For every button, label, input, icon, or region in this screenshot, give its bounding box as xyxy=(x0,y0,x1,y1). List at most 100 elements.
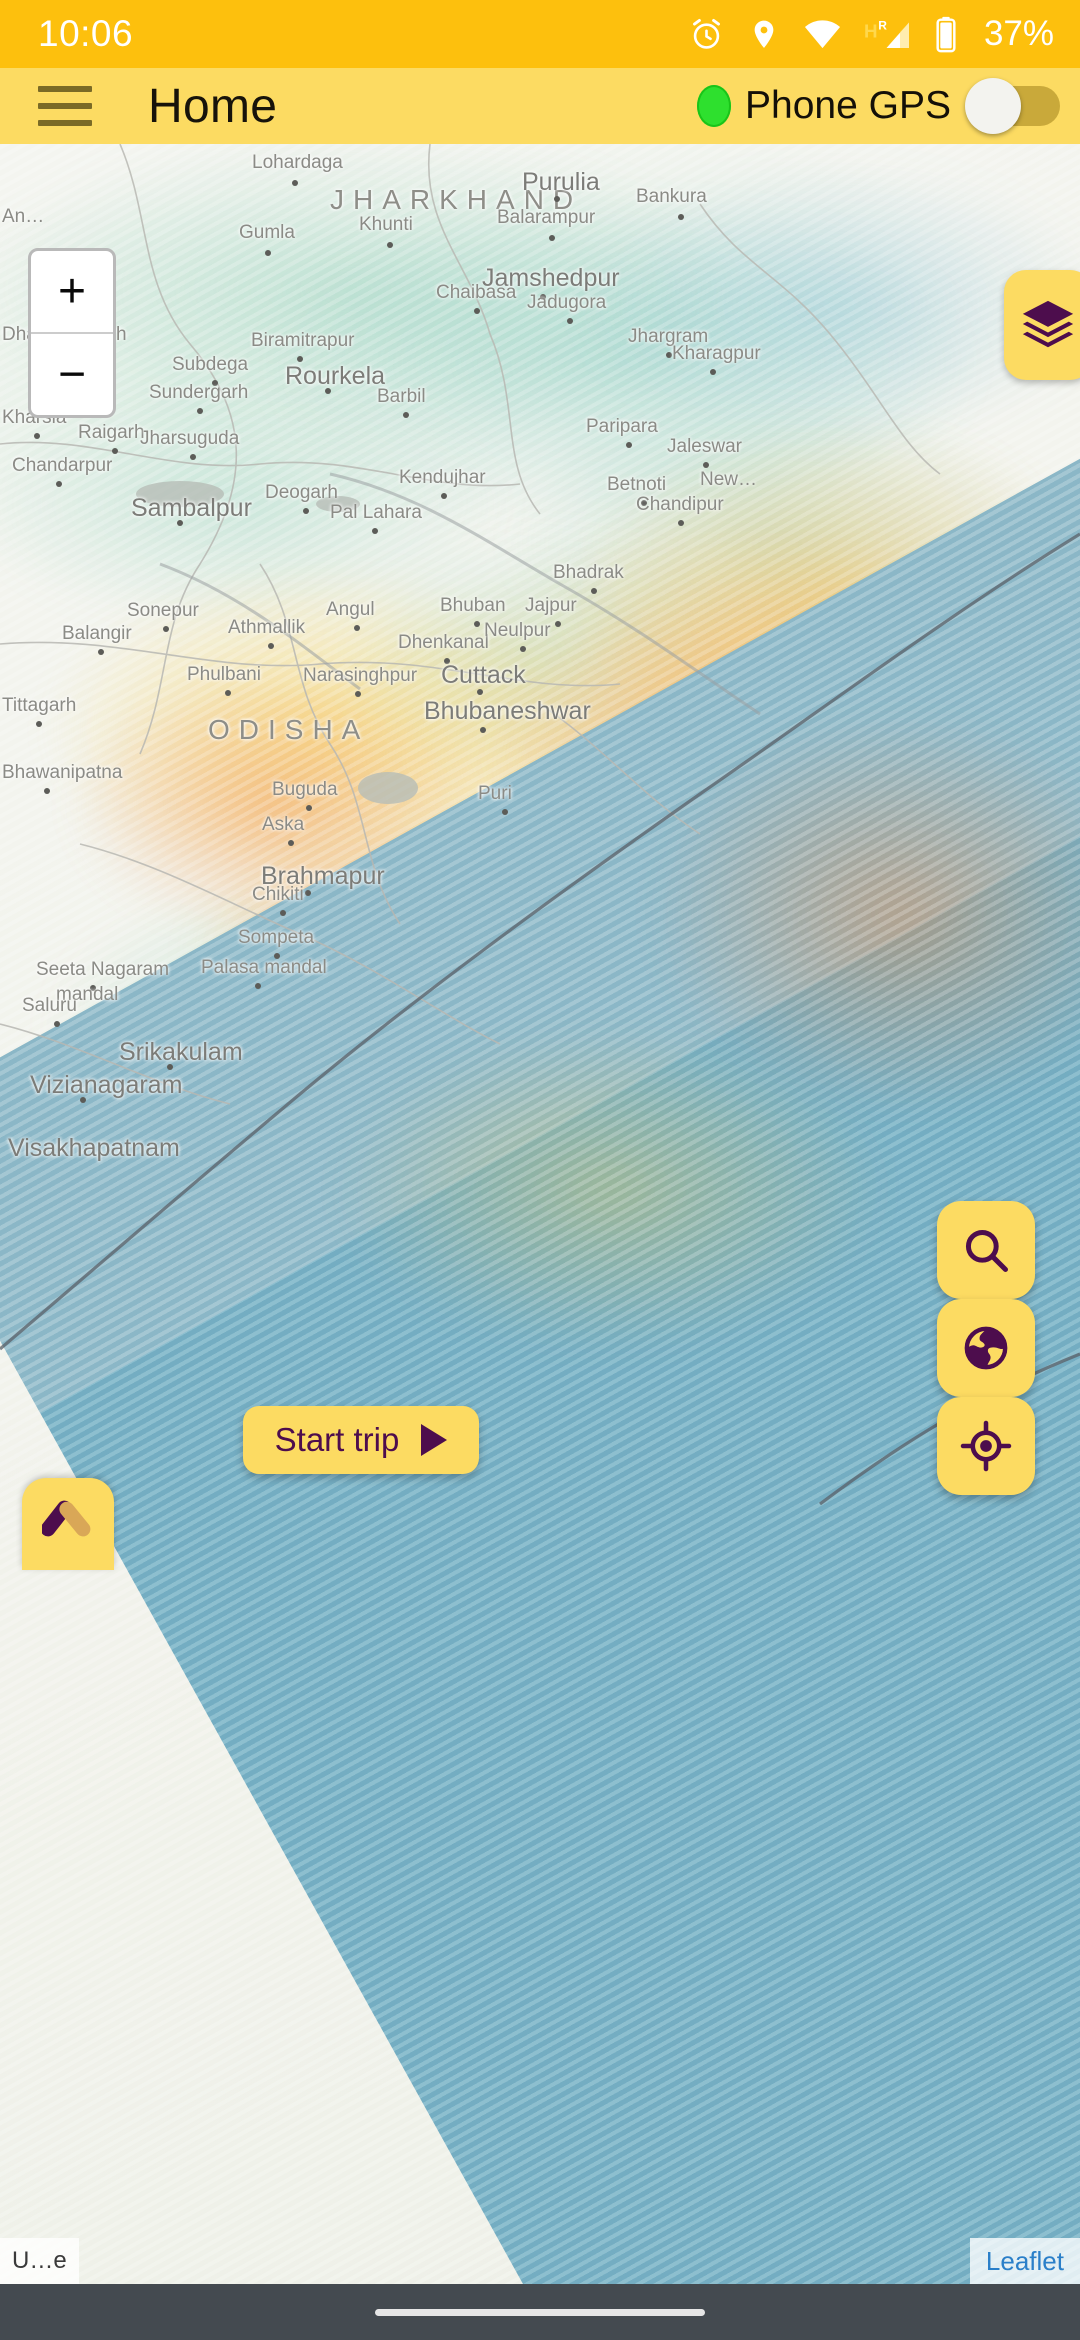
map-place-dot xyxy=(355,691,361,697)
map-state-label: ODISHA xyxy=(208,714,370,745)
map-place-label: Paripara xyxy=(586,416,658,437)
map-place-dot xyxy=(555,621,561,627)
my-location-icon xyxy=(960,1420,1012,1472)
map-place-dot xyxy=(372,528,378,534)
map-place-label: Srikakulam xyxy=(119,1038,243,1066)
map-place-dot xyxy=(474,621,480,627)
map-place-dot xyxy=(255,983,261,989)
map-place-dot xyxy=(703,462,709,468)
map-place-dot xyxy=(190,454,196,460)
map-place-label: Chandipur xyxy=(636,494,724,515)
status-bar-icons: H R 37% xyxy=(688,14,1054,54)
map-place-label: Narasinghpur xyxy=(303,665,418,686)
map-place-dot xyxy=(54,1021,60,1027)
map-place-dot xyxy=(325,388,331,394)
map-place-dot xyxy=(591,588,597,594)
map-place-label: Bhawanipatna xyxy=(2,762,123,783)
gps-status-dot xyxy=(697,85,732,127)
map-place-label: Sonepur xyxy=(127,600,199,621)
map-place-dot xyxy=(197,408,203,414)
zoom-out-button[interactable]: − xyxy=(31,334,113,415)
cellular-signal-icon: H R xyxy=(864,18,909,48)
zoom-control[interactable]: + − xyxy=(28,248,116,418)
map-place-label: Sompeta xyxy=(238,927,315,948)
map-place-label: Saluru xyxy=(22,995,77,1016)
map-place-dot xyxy=(306,805,312,811)
hamburger-menu-icon[interactable] xyxy=(38,86,92,126)
map-place-dot xyxy=(98,649,104,655)
map-place-dot xyxy=(626,442,632,448)
map-place-dot xyxy=(177,520,183,526)
gps-toggle-switch[interactable] xyxy=(965,78,1060,134)
map-place-label: Cuttack xyxy=(441,661,526,689)
map-place-label: Betnoti xyxy=(607,474,667,495)
status-bar: 10:06 H R 37% xyxy=(0,0,1080,68)
map-place-label: Biramitrapur xyxy=(251,330,355,351)
map-place-dot xyxy=(554,196,560,202)
map-place-label: Puri xyxy=(478,783,512,804)
globe-button[interactable] xyxy=(937,1299,1035,1397)
map-place-label: Subdega xyxy=(172,354,249,375)
map-place-label: Bhadrak xyxy=(553,562,624,583)
map-place-dot xyxy=(280,910,286,916)
map-place-label: Deogarh xyxy=(265,482,338,503)
map-place-dot xyxy=(710,369,716,375)
navigation-arrow-button[interactable] xyxy=(22,1478,114,1570)
map-place-label: Balangir xyxy=(62,623,132,644)
map-place-label: Barbil xyxy=(377,386,426,407)
map-place-label: Chikiti xyxy=(252,884,304,905)
map-place-label: Neulpur xyxy=(484,620,551,641)
map-place-label: Dhenkanal xyxy=(398,632,489,653)
map-place-dot xyxy=(303,508,309,514)
map-place-dot xyxy=(520,646,526,652)
location-pin-icon xyxy=(754,20,774,48)
map-place-label: Palasa mandal xyxy=(201,957,327,978)
map-place-dot xyxy=(36,721,42,727)
map-place-dot xyxy=(567,318,573,324)
map-place-dot xyxy=(474,308,480,314)
start-trip-button[interactable]: Start trip xyxy=(243,1406,479,1474)
map-place-label: Balarampur xyxy=(497,207,596,228)
map-place-dot xyxy=(292,180,298,186)
map-place-label: Sambalpur xyxy=(131,494,252,522)
attribution-leaflet-link[interactable]: Leaflet xyxy=(969,2238,1080,2284)
map-place-dot xyxy=(502,809,508,815)
map-place-dot xyxy=(441,493,447,499)
alarm-icon xyxy=(692,18,720,49)
map-place-dot xyxy=(34,433,40,439)
play-icon xyxy=(421,1424,448,1456)
home-gesture-pill[interactable] xyxy=(375,2308,705,2316)
system-navigation-bar xyxy=(0,2284,1080,2340)
map-place-label: Athmallik xyxy=(228,617,306,638)
map-place-dot xyxy=(265,250,271,256)
map-place-label: Vizianagaram xyxy=(30,1071,183,1099)
map-place-label: Sundergarh xyxy=(149,382,249,403)
battery-percentage: 37% xyxy=(983,14,1054,53)
map-place-label: Angul xyxy=(326,599,375,620)
attribution-left[interactable]: U…e xyxy=(0,2238,79,2284)
map-place-label: Seeta Nagaram xyxy=(36,959,170,980)
map-place-dot xyxy=(549,235,555,241)
map-place-label: Kendujhar xyxy=(399,467,486,488)
map-place-dot xyxy=(44,788,50,794)
page-title: Home xyxy=(148,79,278,133)
map-place-dot xyxy=(480,727,486,733)
map-canvas[interactable]: JHARKHAND ODISHA Lohardaga Purulia Bankura Gu… xyxy=(0,144,1080,2284)
navigation-arrow-icon xyxy=(42,1500,91,1537)
my-location-button[interactable] xyxy=(937,1397,1035,1495)
zoom-in-button[interactable]: + xyxy=(31,251,113,334)
map-place-label: Jadugora xyxy=(527,292,607,313)
map-place-label: Aska xyxy=(262,814,305,835)
map-place-label: Kharagpur xyxy=(672,343,761,364)
map-place-dot xyxy=(167,1064,173,1070)
svg-text:H: H xyxy=(864,20,878,41)
map-place-dot xyxy=(163,626,169,632)
map-place-label: Gumla xyxy=(239,222,295,243)
layers-button[interactable] xyxy=(1004,270,1080,380)
map-place-label: Lohardaga xyxy=(252,152,343,173)
gps-source-label: Phone GPS xyxy=(745,84,951,127)
map-place-label: Purulia xyxy=(522,168,600,196)
search-button[interactable] xyxy=(937,1201,1035,1299)
map-place-label: Jaleswar xyxy=(667,436,742,457)
map-place-label: Bankura xyxy=(636,186,707,207)
